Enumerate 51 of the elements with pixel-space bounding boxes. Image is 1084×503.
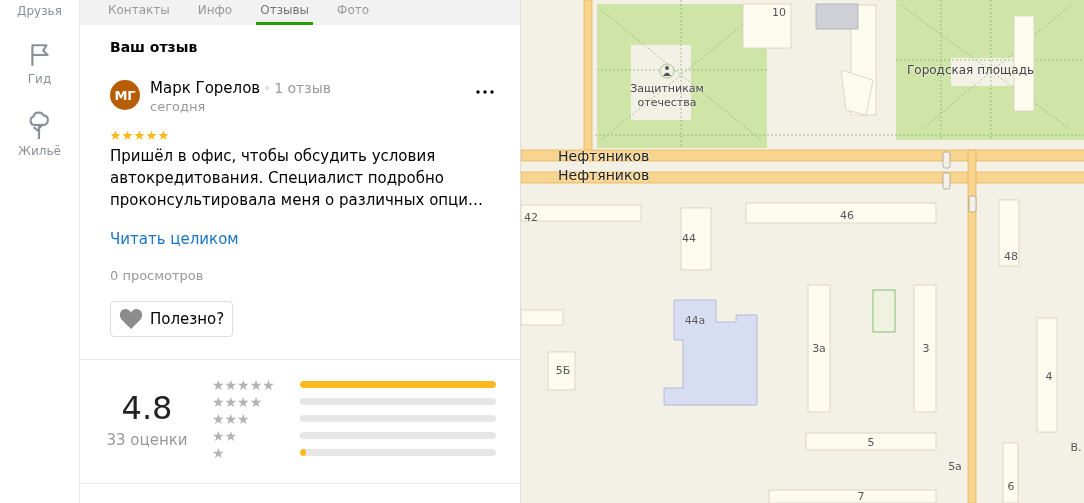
map-label: 44 <box>681 232 697 246</box>
rating-value: 4.8 <box>121 388 173 427</box>
map-label: 7 <box>856 490 866 503</box>
review-date: сегодня <box>150 99 207 114</box>
sidebar-item[interactable]: Жильё <box>18 110 61 158</box>
map-label: 3 <box>921 342 931 356</box>
map-label: 42 <box>523 211 539 225</box>
map-label: Нефтяников <box>558 149 651 163</box>
tab[interactable]: Контакты <box>104 3 174 25</box>
map-label: В. <box>1069 441 1083 455</box>
star-icon <box>158 130 169 141</box>
sidebar-item[interactable]: Друзья <box>17 4 62 18</box>
read-more-link[interactable]: Читать целиком <box>110 230 239 248</box>
star-icon <box>122 130 133 141</box>
map-label: 44а <box>683 314 707 328</box>
star-icon <box>146 130 157 141</box>
section-heading: Ваш отзыв <box>110 39 199 55</box>
map-label: Нефтяников <box>558 168 651 182</box>
map-label: 3а <box>811 342 827 356</box>
star-rating-label: ★★★ <box>212 411 250 426</box>
star-rating-label: ★★ <box>212 428 238 443</box>
heart-icon <box>119 308 143 330</box>
tab[interactable]: Фото <box>333 3 374 25</box>
star-icon <box>134 130 145 141</box>
review-text: Пришёл в офис, чтобы обсудить условия автокредитования. Специалист подробно проконсультировала меня о различных опци… <box>110 146 485 211</box>
ratings-count: 33 оценки <box>106 430 188 449</box>
map-label: Защитникам отечества <box>629 82 705 110</box>
map-label: 6 <box>1006 480 1016 494</box>
map-label: 10 <box>771 6 787 20</box>
map-label: 5Б <box>554 364 572 378</box>
map[interactable]: Защитникам отечества Городская площадь Нефтяников Нефтяников 10 42 44 46 48 44а 5Б 3а 3 4 5 5а 6 7 В. <box>521 0 1084 503</box>
map-label: 5 <box>866 436 876 450</box>
helpful-button[interactable]: Полезно? <box>110 301 234 337</box>
tab[interactable]: Отзывы <box>256 3 314 25</box>
author-name[interactable]: Марк Горелов <box>150 79 261 97</box>
map-label: 5а <box>947 460 963 474</box>
more-icon[interactable] <box>476 90 494 94</box>
avatar: МГ <box>110 80 140 110</box>
tab[interactable]: Инфо <box>193 3 237 25</box>
star-rating-label: ★ <box>212 445 225 460</box>
map-label: 46 <box>839 209 855 223</box>
views-count: 0 просмотров <box>110 268 205 283</box>
star-rating-label: ★★★★ <box>212 394 263 409</box>
map-label: 4 <box>1044 370 1054 384</box>
monument-icon <box>659 63 675 79</box>
star-icon <box>110 130 121 141</box>
star-rating-label: ★★★★★ <box>212 377 275 392</box>
sidebar-item[interactable]: Гид <box>26 42 53 86</box>
map-label: Городская площадь <box>907 63 1036 77</box>
map-label: 48 <box>1003 250 1019 264</box>
review-count: 1 отзыв <box>274 80 331 96</box>
